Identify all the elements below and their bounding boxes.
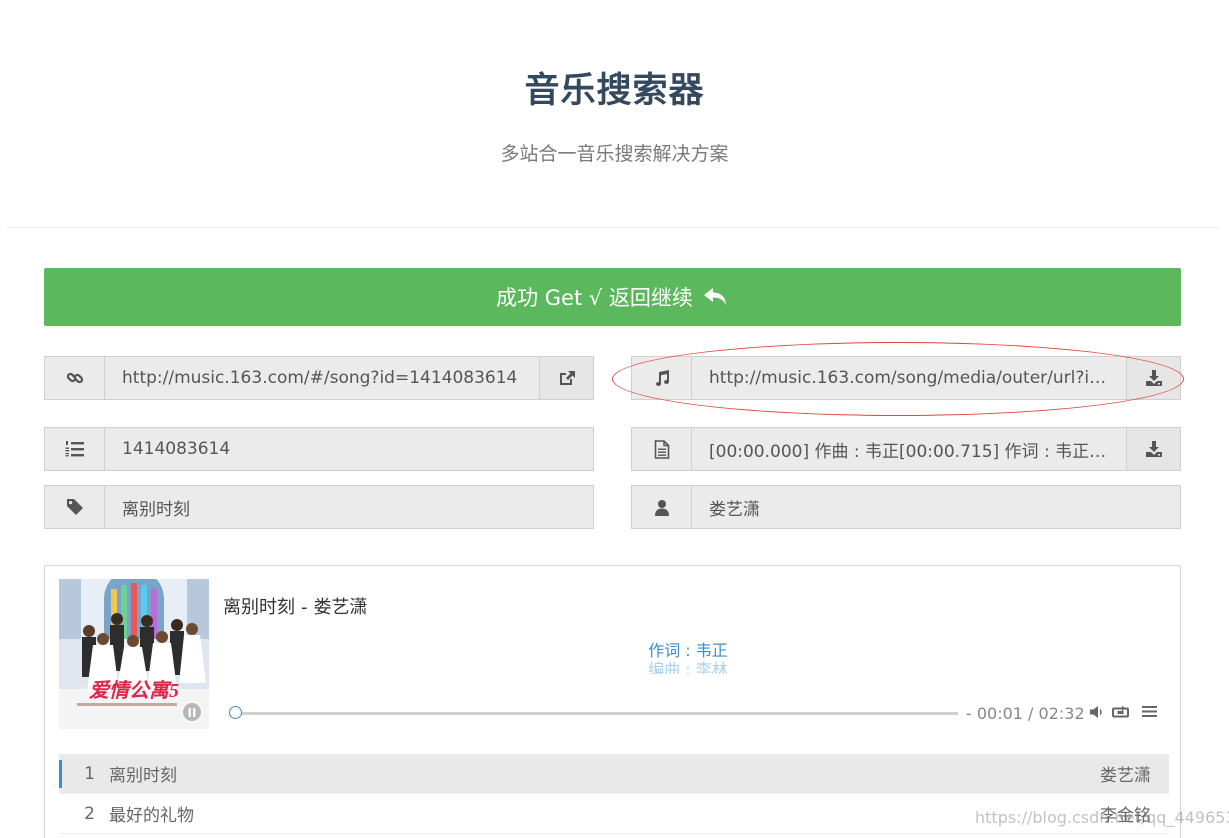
time-display: - 00:01 / 02:32 — [966, 704, 1085, 723]
page-title: 音乐搜索器 — [524, 71, 705, 111]
artist-field[interactable]: 娄艺潇 — [692, 486, 1180, 528]
file-text-icon — [632, 428, 692, 470]
lyric-current-line: 作词 : 韦正 — [648, 641, 728, 660]
lyric-next-line: 编曲 : 李林 — [648, 660, 728, 674]
song-url-field[interactable]: http://music.163.com/song/media/outer/ur… — [692, 357, 1126, 399]
player-song-title: 离别时刻 - 娄艺潇 — [223, 593, 368, 619]
volume-button[interactable] — [1089, 705, 1105, 719]
pause-button[interactable] — [181, 701, 203, 723]
cover-text: 爱情公寓5 — [89, 679, 179, 702]
song-name-group: 离别时刻 — [44, 485, 594, 529]
lyric-field[interactable]: [00:00.000] 作曲 : 韦正[00:00.715] 作词 : 韦正[0… — [692, 428, 1126, 470]
download-icon — [1145, 370, 1162, 386]
header-divider — [6, 227, 1219, 228]
download-song-button[interactable] — [1126, 357, 1180, 399]
download-icon — [1145, 441, 1162, 457]
external-link-icon — [559, 371, 575, 385]
player-artist: 娄艺潇 — [313, 597, 368, 618]
loop-icon — [1112, 705, 1129, 718]
open-link-button[interactable] — [539, 357, 593, 399]
playlist-row[interactable]: 1 离别时刻 娄艺潇 — [59, 754, 1169, 794]
page: 音乐搜索器 多站合一音乐搜索解决方案 成功 Get √ 返回继续 http://… — [0, 0, 1229, 838]
tag-icon — [45, 486, 105, 528]
menu-icon — [1142, 706, 1157, 717]
lyric-display: 作词 : 韦正 编曲 : 李林 — [223, 641, 1153, 674]
playlist-title: 离别时刻 — [109, 766, 177, 786]
playlist-menu-button[interactable] — [1142, 705, 1157, 718]
song-link-field[interactable]: http://music.163.com/#/song?id=141408361… — [105, 357, 539, 399]
music-icon — [632, 357, 692, 399]
loop-button[interactable] — [1111, 705, 1130, 719]
player-title: 离别时刻 — [223, 597, 295, 618]
artist-group: 娄艺潇 — [631, 485, 1181, 529]
link-icon — [45, 357, 105, 399]
success-label: 成功 Get √ 返回继续 — [496, 286, 693, 310]
success-back-button[interactable]: 成功 Get √ 返回继续 — [44, 268, 1181, 326]
song-url-group: http://music.163.com/song/media/outer/ur… — [631, 356, 1181, 400]
lyric-group: [00:00.000] 作曲 : 韦正[00:00.715] 作词 : 韦正[0… — [631, 427, 1181, 471]
progress-thumb[interactable] — [229, 706, 243, 719]
song-link-group: http://music.163.com/#/song?id=141408361… — [44, 356, 594, 400]
playlist-title: 最好的礼物 — [109, 806, 194, 826]
album-cover[interactable]: 爱情公寓5 — [59, 579, 209, 729]
playlist-row[interactable]: 2 最好的礼物 李金铭 — [59, 794, 1169, 834]
title-separator: - — [301, 597, 308, 618]
music-player: 爱情公寓5 离别时刻 - 娄艺潇 作词 : 韦正 编曲 : 李林 - 00:01 /… — [44, 565, 1181, 838]
playlist-index: 2 — [84, 803, 95, 824]
download-lyric-button[interactable] — [1126, 428, 1180, 470]
playlist-artist: 李金铭 — [1100, 806, 1151, 826]
song-id-group: 1414083614 — [44, 427, 594, 471]
progress-bar[interactable] — [229, 706, 958, 719]
pause-icon — [188, 707, 196, 717]
song-id-field[interactable]: 1414083614 — [105, 428, 593, 470]
volume-icon — [1090, 706, 1102, 718]
playlist-artist: 娄艺潇 — [1100, 766, 1151, 786]
list-ordered-icon — [45, 428, 105, 470]
song-name-field[interactable]: 离别时刻 — [105, 486, 593, 528]
undo-icon — [703, 286, 729, 308]
user-icon — [632, 486, 692, 528]
playlist: 1 离别时刻 娄艺潇 2 最好的礼物 李金铭 — [59, 754, 1169, 834]
playlist-index: 1 — [84, 763, 95, 784]
page-subtitle: 多站合一音乐搜索解决方案 — [500, 143, 729, 165]
